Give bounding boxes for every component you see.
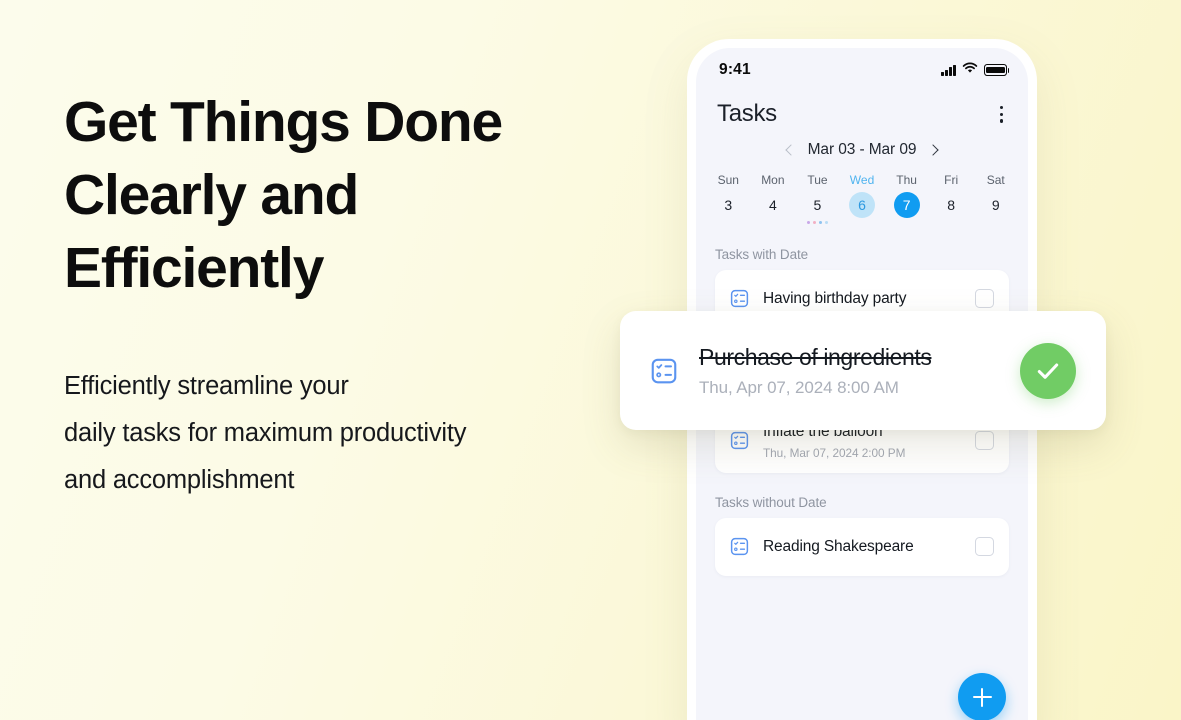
wifi-icon	[962, 61, 978, 79]
weekday-name: Sun	[717, 172, 739, 187]
completed-task-card[interactable]: Purchase of ingredients Thu, Apr 07, 202…	[620, 311, 1106, 430]
add-task-fab[interactable]	[958, 673, 1006, 720]
marketing-copy: Get Things Done Clearly and Efficiently …	[64, 86, 664, 504]
page-subtitle: Efficiently streamline your daily tasks …	[64, 371, 467, 495]
task-list: Reading Shakespeare	[696, 517, 1028, 576]
task-datetime: Thu, Mar 07, 2024 2:00 PM	[763, 445, 906, 460]
task-checklist-icon	[729, 288, 750, 309]
weekday-number: 3	[724, 196, 733, 213]
weekday-task-dots	[806, 220, 829, 225]
task-checklist-icon	[649, 356, 679, 386]
completed-task-body: Purchase of ingredients Thu, Apr 07, 202…	[699, 344, 1000, 398]
weekday-sat[interactable]: Sat 9	[973, 173, 1018, 225]
weekday-wed[interactable]: Wed 6	[840, 173, 885, 225]
week-navigator: Mar 03 - Mar 09	[696, 141, 1028, 159]
weekday-number: 7	[893, 191, 920, 218]
status-bar: 9:41	[696, 48, 1028, 92]
weekday-number: 4	[768, 196, 777, 213]
weekday-name: Wed	[849, 172, 875, 187]
completed-task-title: Purchase of ingredients	[699, 343, 932, 370]
task-checkbox[interactable]	[975, 537, 994, 557]
battery-full-icon	[984, 64, 1010, 76]
cellular-signal-icon	[941, 64, 956, 76]
kebab-menu-icon[interactable]	[996, 100, 1007, 129]
week-range-label: Mar 03 - Mar 09	[807, 140, 917, 158]
weekday-name: Sat	[986, 172, 1005, 187]
page-title: Get Things Done Clearly and Efficiently	[64, 90, 503, 300]
weekday-mon[interactable]: Mon 4	[751, 173, 796, 225]
weekday-name: Tue	[807, 172, 828, 187]
weekday-sun[interactable]: Sun 3	[706, 173, 751, 225]
task-checkbox[interactable]	[975, 289, 994, 309]
weekday-tue[interactable]: Tue 5	[795, 173, 840, 225]
status-icons	[941, 61, 1010, 79]
weekday-name: Fri	[944, 172, 959, 187]
app-bar: Tasks	[696, 92, 1028, 129]
week-strip: Sun 3 Mon 4 Tue 5 Wed 6 Thu 7 Fri 8 Sat 9	[696, 159, 1028, 225]
weekday-name: Mon	[761, 172, 785, 187]
chevron-right-icon[interactable]	[927, 144, 940, 156]
check-circle-icon[interactable]	[1020, 342, 1076, 399]
task-body: Reading Shakespeare	[763, 537, 962, 556]
completed-task-datetime: Thu, Apr 07, 2024 8:00 AM	[699, 377, 899, 397]
section-heading: Tasks with Date	[715, 246, 809, 262]
weekday-number: 6	[849, 191, 876, 218]
weekday-number: 8	[947, 196, 956, 213]
app-title: Tasks	[717, 100, 777, 128]
task-checklist-icon	[729, 430, 750, 451]
chevron-left-icon[interactable]	[784, 144, 797, 156]
task-row[interactable]: Reading Shakespeare	[715, 517, 1009, 576]
section-heading: Tasks without Date	[715, 494, 827, 510]
weekday-fri[interactable]: Fri 8	[929, 173, 974, 225]
weekday-number: 5	[813, 196, 822, 213]
weekday-thu[interactable]: Thu 7	[884, 173, 929, 225]
task-body: Having birthday party	[763, 289, 962, 308]
weekday-name: Thu	[896, 172, 917, 187]
task-checkbox[interactable]	[975, 431, 994, 451]
status-time: 9:41	[719, 61, 751, 78]
task-checklist-icon	[729, 536, 750, 557]
task-title: Having birthday party	[763, 290, 907, 308]
task-title: Reading Shakespeare	[763, 537, 914, 555]
weekday-number: 9	[991, 196, 1000, 213]
